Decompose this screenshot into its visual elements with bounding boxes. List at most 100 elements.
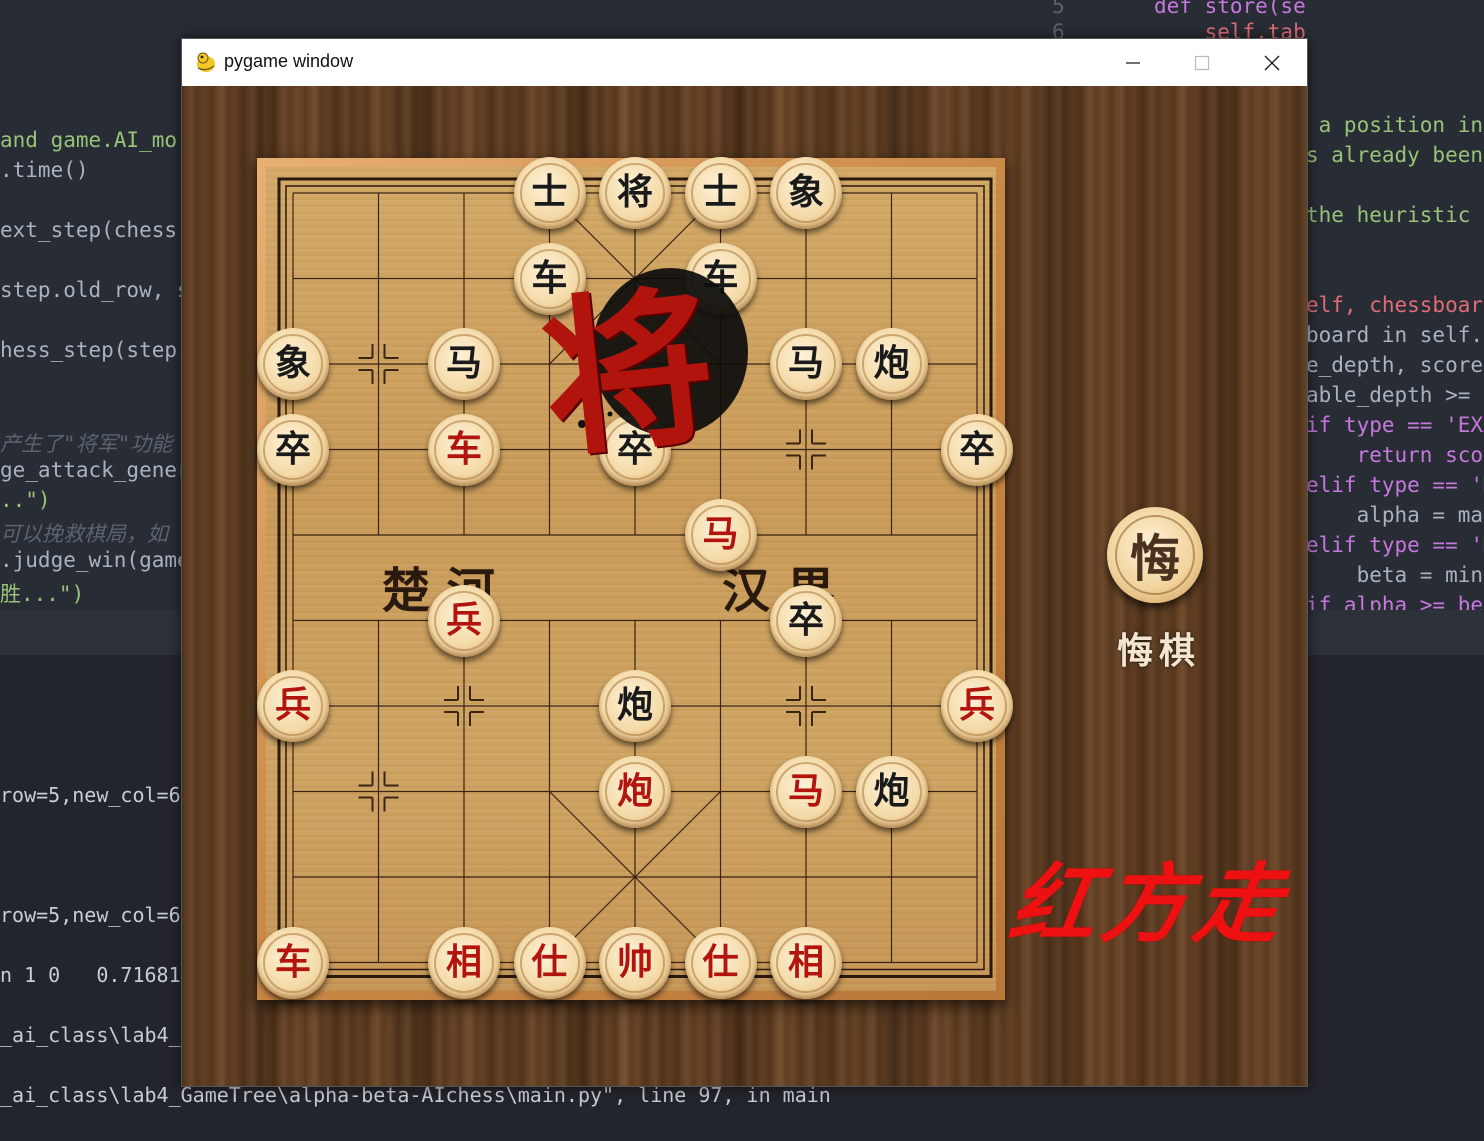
piece-char: 车: [445, 428, 482, 470]
code-line: 胜..."): [0, 582, 85, 606]
piece-black[interactable]: 炮: [855, 755, 928, 828]
piece-red[interactable]: 仕: [684, 926, 757, 999]
terminal-line: row=5,new_col=6: [0, 903, 181, 927]
editor-right-pane: a position in s already been the heurist…: [1306, 0, 1484, 610]
piece-red[interactable]: 相: [770, 926, 842, 999]
piece-red[interactable]: 帅: [599, 926, 671, 999]
editor-left-pane: and game.AI_mo .time() ext_step(chess st…: [0, 0, 182, 610]
piece-char: 车: [274, 941, 311, 983]
code-line: if type == 'EXA: [1306, 413, 1484, 437]
code-line: board in self.t: [1306, 323, 1484, 347]
code-line: able_depth >= d: [1306, 383, 1484, 407]
piece-char: 将: [616, 172, 653, 213]
terminal-line: _ai_class\lab4_: [0, 1023, 181, 1047]
piece-red[interactable]: 车: [428, 413, 500, 486]
piece-black[interactable]: 卒: [257, 413, 329, 486]
piece-char: 仕: [702, 941, 739, 983]
check-seal-char: 将: [533, 265, 724, 483]
code-line: ext_step(chess: [0, 218, 178, 242]
maximize-button[interactable]: [1167, 39, 1237, 86]
piece-char: 炮: [873, 343, 910, 384]
piece-char: 马: [702, 514, 739, 555]
code-line: ge_attack_gener: [0, 458, 182, 482]
line-number: 6: [1052, 20, 1065, 38]
piece-black[interactable]: 士: [513, 157, 586, 229]
window-titlebar[interactable]: pygame window: [182, 39, 1307, 86]
code-comment: 可以挽救棋局，如: [0, 522, 168, 546]
undo-button-char: 悔: [1130, 530, 1180, 588]
piece-char: 象: [274, 343, 311, 384]
piece-black[interactable]: 炮: [855, 328, 928, 400]
piece-char: 帅: [616, 941, 653, 983]
line-number: 5: [1052, 0, 1065, 18]
piece-char: 兵: [274, 685, 311, 726]
piece-char: 炮: [873, 770, 910, 812]
piece-char: 炮: [616, 770, 653, 812]
code-line: elf, chessboard: [1306, 293, 1484, 317]
piece-black[interactable]: 卒: [941, 413, 1013, 486]
undo-label[interactable]: 悔棋: [1107, 622, 1211, 674]
code-line: the heuristic s: [1306, 203, 1484, 227]
piece-char: 象: [787, 172, 824, 213]
window-title: pygame window: [224, 51, 354, 71]
turn-indicator: 红方走: [1003, 854, 1294, 955]
piece-red[interactable]: 兵: [941, 670, 1013, 742]
code-line: and game.AI_mo: [0, 128, 178, 152]
piece-char: 卒: [958, 428, 995, 470]
piece-black[interactable]: 士: [684, 157, 757, 229]
piece-red[interactable]: 炮: [599, 755, 671, 828]
code-line: alpha = max: [1306, 503, 1484, 527]
code-line: return scor: [1306, 443, 1484, 467]
piece-black[interactable]: 卒: [770, 584, 842, 657]
python-snake-icon: [197, 52, 215, 72]
piece-char: 马: [787, 770, 824, 812]
code-line: s already been: [1306, 143, 1484, 167]
piece-black[interactable]: 象: [770, 157, 842, 229]
code-line: elif type == 'M: [1306, 533, 1484, 557]
piece-black[interactable]: 马: [428, 328, 500, 400]
piece-char: 卒: [274, 428, 311, 470]
code-line: hess_step(step): [0, 338, 182, 362]
piece-char: 兵: [445, 599, 482, 641]
piece-black[interactable]: 将: [599, 157, 671, 229]
piece-red[interactable]: 兵: [257, 670, 329, 742]
piece-black[interactable]: 象: [257, 328, 329, 400]
close-icon: [1264, 55, 1280, 70]
maximize-icon: [1194, 55, 1210, 70]
code-line: elif type == 'M: [1306, 473, 1484, 497]
code-line: step.old_row, s: [0, 278, 182, 302]
piece-red[interactable]: 仕: [513, 926, 586, 999]
code-comment: 产生了"将军"功能: [0, 432, 173, 456]
piece-char: 马: [787, 343, 824, 384]
game-canvas[interactable]: 楚 河 汉 界 士将士象车车象马马炮卒车卒卒马兵卒兵炮兵炮马炮车相仕帅仕相 将 …: [182, 86, 1307, 1086]
piece-char: 相: [787, 941, 824, 983]
piece-char: 炮: [616, 685, 653, 726]
terminal-line: n 1 0 0.71681: [0, 963, 181, 987]
piece-char: 兵: [958, 685, 995, 726]
piece-char: 卒: [787, 599, 824, 641]
piece-red[interactable]: 马: [770, 755, 842, 828]
piece-black[interactable]: 炮: [599, 670, 671, 742]
close-button[interactable]: [1237, 39, 1307, 86]
code-line: .judge_win(game: [0, 548, 182, 572]
code-line: beta = min(: [1306, 563, 1484, 587]
piece-char: 马: [445, 343, 482, 384]
undo-button[interactable]: 悔: [1107, 507, 1203, 603]
piece-char: 士: [702, 172, 739, 213]
piece-char: 仕: [531, 941, 568, 983]
minimize-button[interactable]: [1098, 39, 1168, 86]
pygame-window: pygame window 楚 河 汉 界 士将士象车车象马马炮卒车卒卒马兵卒兵…: [181, 38, 1308, 1087]
terminal-line: row=5,new_col=6: [0, 783, 181, 807]
code-line: e_depth, score,: [1306, 353, 1484, 377]
code-line: if alpha >= bet: [1306, 593, 1484, 610]
piece-red[interactable]: 马: [684, 499, 757, 571]
piece-red[interactable]: 相: [428, 926, 500, 999]
piece-char: 相: [445, 941, 482, 983]
piece-char: 士: [531, 172, 568, 213]
code-line: a position in: [1306, 113, 1484, 137]
piece-red[interactable]: 兵: [428, 584, 500, 657]
minimize-icon: [1126, 61, 1140, 64]
piece-black[interactable]: 马: [770, 328, 842, 400]
code-line: .time(): [0, 158, 89, 182]
piece-red[interactable]: 车: [257, 926, 329, 999]
